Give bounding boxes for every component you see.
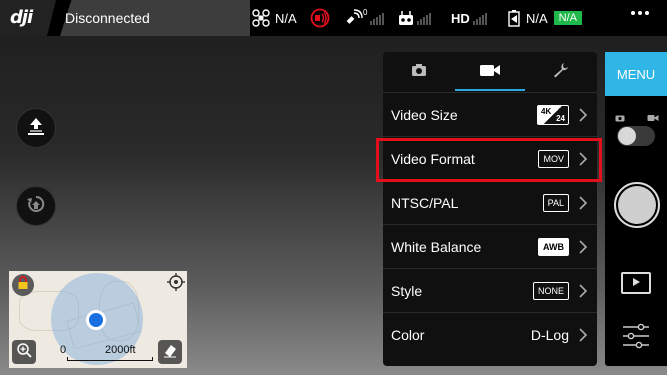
satellite-icon <box>345 9 363 27</box>
camera-sidebar: MENU <box>605 52 667 366</box>
aircraft-status-text: N/A <box>275 10 297 26</box>
chevron-right-icon <box>579 328 588 342</box>
return-home-icon <box>25 193 47 220</box>
tab-video[interactable] <box>454 52 525 92</box>
setting-value: D-Log <box>531 313 569 357</box>
map-clear-path-button[interactable] <box>158 340 182 364</box>
battery-icon <box>507 9 521 27</box>
play-icon <box>631 274 641 292</box>
sliders-icon <box>621 323 651 354</box>
battery-status-text: N/A <box>526 10 548 26</box>
setting-label: Video Size <box>391 106 458 123</box>
hd-label: HD <box>451 10 470 26</box>
warning-radio-icon <box>310 8 330 28</box>
color-value: D-Log <box>530 327 569 343</box>
gps-signal-bars <box>370 11 385 25</box>
setting-row-style[interactable]: Style NONE <box>383 268 597 312</box>
camera-settings-button[interactable] <box>621 322 651 350</box>
return-home-button[interactable] <box>16 186 56 226</box>
chevron-right-icon <box>579 284 588 298</box>
gps-status[interactable]: 0 <box>345 0 385 36</box>
remote-controller-icon <box>398 10 414 26</box>
setting-label: NTSC/PAL <box>391 194 459 211</box>
connection-status: Disconnected <box>65 10 150 26</box>
setting-row-color[interactable]: Color D-Log <box>383 312 597 356</box>
photo-video-toggle[interactable] <box>617 126 655 146</box>
gps-count: 0 <box>363 7 368 17</box>
takeoff-button[interactable] <box>16 108 56 148</box>
dji-logo[interactable]: dji <box>10 7 33 28</box>
settings-list: Video Size 4K 24 Video Format MOV NTSC/P… <box>383 92 597 356</box>
setting-label: Color <box>391 326 425 343</box>
white-balance-badge: AWB <box>538 238 569 256</box>
camera-settings-panel: Video Size 4K 24 Video Format MOV NTSC/P… <box>383 52 597 366</box>
setting-label: White Balance <box>391 238 482 255</box>
map-scale-bar <box>67 357 153 361</box>
setting-value: PAL <box>542 181 569 225</box>
map-center-button[interactable] <box>167 273 185 291</box>
active-tab-indicator <box>455 89 525 91</box>
tab-photo[interactable] <box>383 52 454 92</box>
ntsc-pal-badge: PAL <box>542 194 569 212</box>
map-scale-end: 2000ft <box>105 344 136 356</box>
battery-status[interactable]: N/A N/A <box>507 0 583 36</box>
hd-signal-bars <box>472 11 487 25</box>
map-scale-start: 0 <box>60 344 67 356</box>
setting-value: NONE <box>532 269 569 313</box>
video-mode-icon <box>647 109 659 127</box>
setting-row-ntsc-pal[interactable]: NTSC/PAL PAL <box>383 180 597 224</box>
mode-icons <box>615 109 659 127</box>
setting-value: AWB <box>538 225 569 269</box>
style-badge: NONE <box>532 282 569 300</box>
setting-label: Style <box>391 282 423 299</box>
aircraft-location-marker <box>86 310 106 330</box>
chevron-right-icon <box>579 240 588 254</box>
rc-signal-bars <box>417 11 431 25</box>
chevron-right-icon <box>579 108 588 122</box>
lock-icon <box>17 275 29 295</box>
map-lock-button[interactable] <box>12 274 34 296</box>
playback-button[interactable] <box>621 272 651 294</box>
hd-signal[interactable]: HD <box>451 0 487 36</box>
rc-signal[interactable] <box>398 0 431 36</box>
setting-row-video-size[interactable]: Video Size 4K 24 <box>383 92 597 136</box>
status-bar: dji Disconnected N/A 0 HD N/A N/A <box>0 0 667 36</box>
photo-mode-icon <box>615 109 625 127</box>
wrench-icon <box>553 62 569 83</box>
setting-row-white-balance[interactable]: White Balance AWB <box>383 224 597 268</box>
video-size-badge: 4K 24 <box>537 105 569 125</box>
battery-badge: N/A <box>553 11 583 25</box>
more-options-button[interactable] <box>631 11 649 15</box>
eraser-icon <box>162 342 178 363</box>
tab-settings[interactable] <box>526 52 597 92</box>
chevron-right-icon <box>579 196 588 210</box>
setting-value: 4K 24 <box>537 93 569 137</box>
menu-button[interactable]: MENU <box>605 52 667 96</box>
aircraft-status[interactable]: N/A <box>252 0 297 36</box>
video-format-highlight <box>376 138 602 182</box>
settings-tabs <box>383 52 597 92</box>
camera-icon <box>411 63 427 82</box>
mini-map[interactable]: 0 2000ft <box>9 271 187 368</box>
map-zoom-button[interactable] <box>12 340 36 364</box>
video-camera-icon <box>479 63 501 82</box>
shutter-button[interactable] <box>614 182 660 228</box>
crosshair-icon <box>167 273 185 295</box>
zoom-in-icon <box>16 342 32 363</box>
takeoff-icon <box>25 115 47 142</box>
sensor-warning[interactable] <box>310 0 330 36</box>
drone-icon <box>252 9 270 27</box>
